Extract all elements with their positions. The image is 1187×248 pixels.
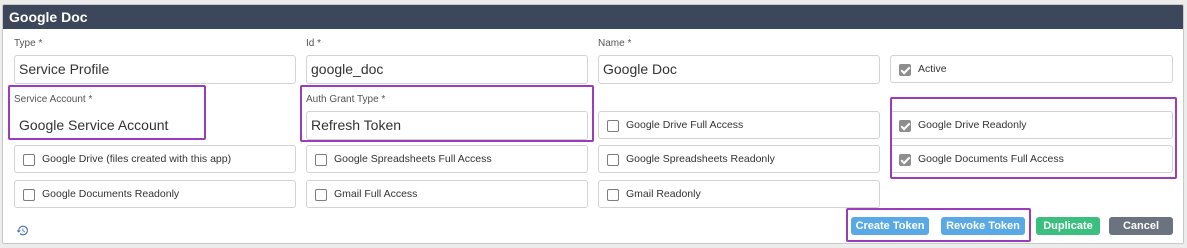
type-value: Service Profile (19, 61, 110, 77)
spreadsheets-readonly-label: Google Spreadsheets Readonly (626, 153, 775, 165)
service-account-label: Service Account * (14, 94, 93, 105)
create-token-button[interactable]: Create Token (851, 217, 929, 235)
documents-full-access-checkbox[interactable]: Google Documents Full Access (890, 145, 1173, 173)
cancel-button[interactable]: Cancel (1109, 217, 1173, 235)
checkbox-unchecked-icon (607, 154, 619, 166)
panel-title: Google Doc (3, 5, 1183, 29)
spreadsheets-full-access-checkbox[interactable]: Google Spreadsheets Full Access (306, 145, 588, 173)
drive-files-created-checkbox[interactable]: Google Drive (files created with this ap… (14, 145, 296, 173)
service-account-field[interactable]: Google Service Account (14, 111, 296, 140)
gmail-full-access-checkbox[interactable]: Gmail Full Access (306, 180, 588, 208)
checkbox-unchecked-icon (607, 120, 619, 132)
name-field[interactable]: Google Doc (598, 55, 880, 84)
documents-full-access-label: Google Documents Full Access (918, 153, 1064, 165)
spreadsheets-full-access-label: Google Spreadsheets Full Access (334, 153, 492, 165)
id-value: google_doc (311, 61, 384, 77)
id-label: Id * (306, 38, 322, 49)
revoke-token-button[interactable]: Revoke Token (941, 217, 1025, 235)
type-label: Type * (14, 38, 43, 49)
name-label: Name * (598, 38, 632, 49)
type-field[interactable]: Service Profile (14, 55, 296, 84)
checkbox-unchecked-icon (607, 189, 619, 201)
history-icon[interactable] (16, 224, 29, 237)
checkbox-unchecked-icon (23, 189, 35, 201)
active-checkbox[interactable]: Active (890, 55, 1173, 83)
checkbox-unchecked-icon (315, 154, 327, 166)
auth-grant-type-label: Auth Grant Type * (306, 94, 386, 105)
google-doc-panel: Google Doc Type * Id * Name * Service Pr… (2, 4, 1184, 244)
checkbox-unchecked-icon (315, 189, 327, 201)
duplicate-button[interactable]: Duplicate (1036, 217, 1100, 235)
gmail-readonly-label: Gmail Readonly (626, 188, 701, 200)
documents-readonly-label: Google Documents Readonly (42, 188, 180, 200)
drive-files-created-label: Google Drive (files created with this ap… (42, 153, 232, 165)
gmail-full-access-label: Gmail Full Access (334, 188, 418, 200)
checkbox-unchecked-icon (23, 154, 35, 166)
name-value: Google Doc (603, 61, 677, 77)
service-account-value: Google Service Account (19, 117, 169, 133)
checkbox-checked-icon (899, 154, 911, 166)
documents-readonly-checkbox[interactable]: Google Documents Readonly (14, 180, 296, 208)
gmail-readonly-checkbox[interactable]: Gmail Readonly (598, 180, 880, 208)
drive-readonly-checkbox[interactable]: Google Drive Readonly (890, 111, 1173, 139)
auth-grant-type-field[interactable]: Refresh Token (306, 111, 588, 140)
spreadsheets-readonly-checkbox[interactable]: Google Spreadsheets Readonly (598, 145, 880, 173)
drive-readonly-label: Google Drive Readonly (918, 119, 1027, 131)
active-label: Active (918, 63, 947, 75)
drive-full-access-checkbox[interactable]: Google Drive Full Access (598, 111, 880, 139)
checkbox-checked-icon (899, 64, 911, 76)
auth-grant-type-value: Refresh Token (311, 117, 402, 133)
checkbox-checked-icon (899, 120, 911, 132)
drive-full-access-label: Google Drive Full Access (626, 119, 744, 131)
id-field[interactable]: google_doc (306, 55, 588, 84)
